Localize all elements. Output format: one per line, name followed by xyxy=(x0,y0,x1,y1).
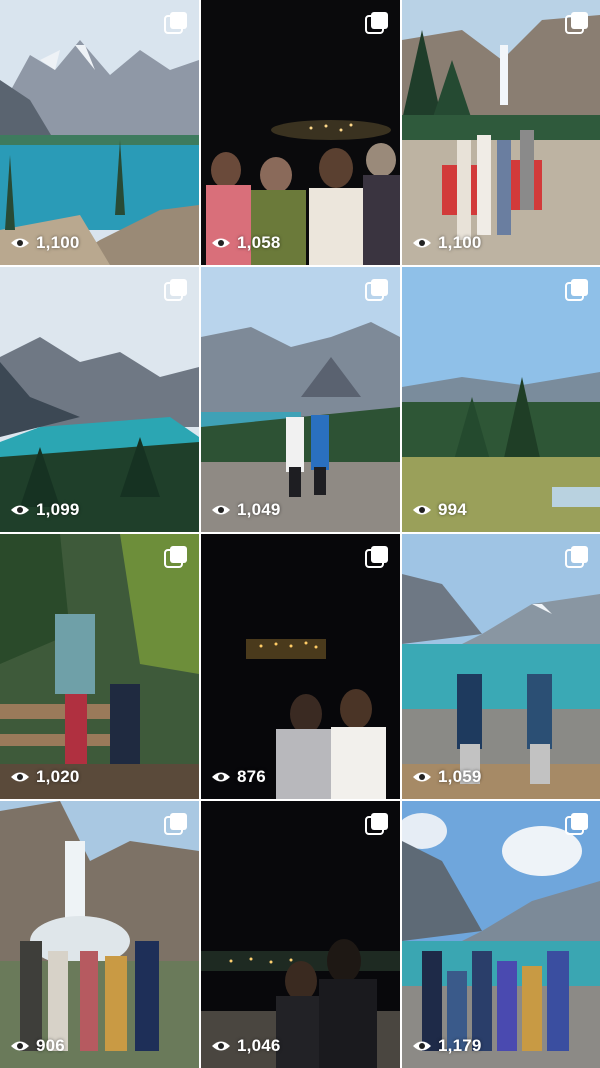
multiple-photos-icon xyxy=(564,277,590,303)
multiple-photos-icon xyxy=(163,277,189,303)
post-tile[interactable]: 1,020 xyxy=(0,534,199,799)
multiple-photos-icon xyxy=(564,10,590,36)
view-count: 1,046 xyxy=(211,1036,281,1056)
view-count-label: 1,179 xyxy=(438,1036,482,1055)
eye-icon xyxy=(412,236,432,250)
multiple-photos-icon xyxy=(564,811,590,837)
eye-icon xyxy=(211,503,231,517)
multiple-photos-icon xyxy=(163,811,189,837)
view-count-label: 1,099 xyxy=(36,500,80,519)
post-thumbnail xyxy=(402,534,600,799)
view-count: 1,100 xyxy=(412,233,482,253)
view-count: 994 xyxy=(412,500,467,520)
eye-icon xyxy=(412,503,432,517)
post-thumbnail xyxy=(402,0,600,265)
post-tile[interactable]: 1,100 xyxy=(0,0,199,265)
view-count-label: 1,059 xyxy=(438,767,482,786)
post-tile[interactable]: 1,058 xyxy=(201,0,400,265)
eye-icon xyxy=(10,236,30,250)
post-tile[interactable]: 1,059 xyxy=(402,534,600,799)
multiple-photos-icon xyxy=(364,544,390,570)
post-tile[interactable]: 876 xyxy=(201,534,400,799)
view-count: 1,058 xyxy=(211,233,281,253)
post-tile[interactable]: 1,049 xyxy=(201,267,400,532)
post-tile[interactable]: 1,046 xyxy=(201,801,400,1068)
view-count-label: 1,020 xyxy=(36,767,80,786)
view-count-label: 1,100 xyxy=(438,233,482,252)
view-count: 876 xyxy=(211,767,266,787)
post-thumbnail xyxy=(201,534,400,799)
eye-icon xyxy=(211,236,231,250)
view-count-label: 1,100 xyxy=(36,233,80,252)
view-count: 1,059 xyxy=(412,767,482,787)
post-thumbnail xyxy=(402,267,600,532)
view-count-label: 1,049 xyxy=(237,500,281,519)
post-tile[interactable]: 906 xyxy=(0,801,199,1068)
view-count-label: 1,058 xyxy=(237,233,281,252)
multiple-photos-icon xyxy=(564,544,590,570)
view-count: 1,020 xyxy=(10,767,80,787)
post-thumbnail xyxy=(0,534,199,799)
eye-icon xyxy=(211,1039,231,1053)
post-thumbnail xyxy=(201,801,400,1068)
post-tile[interactable]: 1,179 xyxy=(402,801,600,1068)
eye-icon xyxy=(10,1039,30,1053)
view-count: 1,049 xyxy=(211,500,281,520)
view-count-label: 1,046 xyxy=(237,1036,281,1055)
view-count-label: 906 xyxy=(36,1036,65,1055)
post-tile[interactable]: 994 xyxy=(402,267,600,532)
view-count: 1,099 xyxy=(10,500,80,520)
multiple-photos-icon xyxy=(364,811,390,837)
eye-icon xyxy=(412,770,432,784)
post-thumbnail xyxy=(201,267,400,532)
view-count: 906 xyxy=(10,1036,65,1056)
post-grid: 1,100 1,058 1,100 1,099 1,049 994 1,020 … xyxy=(0,0,600,1068)
multiple-photos-icon xyxy=(163,10,189,36)
post-tile[interactable]: 1,100 xyxy=(402,0,600,265)
multiple-photos-icon xyxy=(364,277,390,303)
eye-icon xyxy=(211,770,231,784)
post-thumbnail xyxy=(0,267,199,532)
post-thumbnail xyxy=(0,801,199,1068)
view-count-label: 876 xyxy=(237,767,266,786)
eye-icon xyxy=(412,1039,432,1053)
multiple-photos-icon xyxy=(163,544,189,570)
post-thumbnail xyxy=(0,0,199,265)
view-count: 1,179 xyxy=(412,1036,482,1056)
multiple-photos-icon xyxy=(364,10,390,36)
post-thumbnail xyxy=(201,0,400,265)
post-thumbnail xyxy=(402,801,600,1068)
post-tile[interactable]: 1,099 xyxy=(0,267,199,532)
view-count: 1,100 xyxy=(10,233,80,253)
eye-icon xyxy=(10,770,30,784)
view-count-label: 994 xyxy=(438,500,467,519)
eye-icon xyxy=(10,503,30,517)
